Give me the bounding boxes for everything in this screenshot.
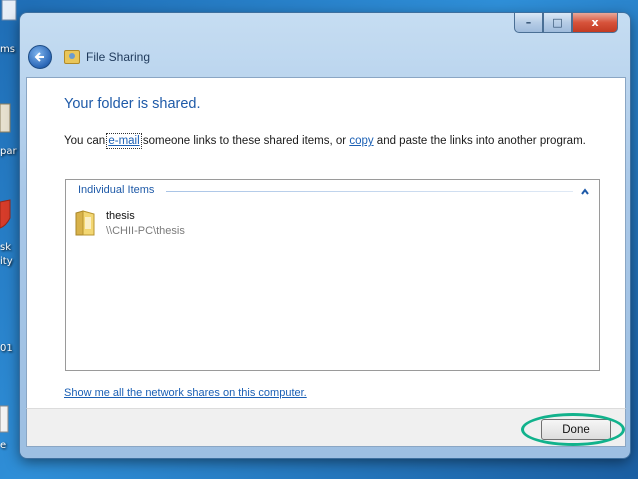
desktop-icon-label: ity	[0, 256, 13, 267]
back-button[interactable]	[28, 45, 52, 69]
network-shares-link[interactable]: Show me all the network shares on this c…	[64, 387, 307, 399]
shared-items-list: Individual Items thesis \\CHII-PC\thesis	[65, 179, 600, 371]
desc-suffix: and paste the links into another program…	[373, 135, 586, 147]
window-title: File Sharing	[86, 50, 151, 64]
desktop-icon-2[interactable]	[0, 100, 18, 136]
group-label: Individual Items	[78, 184, 159, 196]
desc-prefix: You can	[64, 135, 109, 147]
desktop-icon-label: e	[0, 440, 7, 451]
desktop-icon-label: sk	[0, 242, 12, 253]
maximize-button[interactable]: □	[543, 13, 572, 33]
desktop-icon-label: ms	[0, 44, 15, 55]
done-button[interactable]: Done	[541, 419, 611, 440]
desktop-icon-1[interactable]	[0, 0, 18, 22]
page-title: Your folder is shared.	[64, 96, 201, 112]
list-item[interactable]: thesis \\CHII-PC\thesis	[74, 206, 374, 240]
item-name: thesis	[106, 210, 135, 222]
footer-bar: Done	[26, 408, 626, 447]
desc-middle: someone links to these shared items, or	[139, 135, 350, 147]
file-sharing-window: – □ x File Sharing Your folder is shared…	[20, 13, 630, 458]
copy-link[interactable]: copy	[349, 135, 373, 147]
share-description: You can e-mail someone links to these sh…	[64, 133, 586, 149]
chevron-up-icon[interactable]	[580, 187, 590, 197]
group-divider	[166, 191, 573, 192]
file-sharing-icon	[64, 50, 80, 64]
desktop-icon-3[interactable]	[0, 404, 18, 434]
item-path: \\CHII-PC\thesis	[106, 225, 185, 237]
content-pane: Your folder is shared. You can e-mail so…	[26, 77, 626, 409]
folder-icon	[75, 210, 95, 236]
desktop-icon-label: par	[0, 146, 17, 157]
title-bar: File Sharing	[28, 45, 150, 69]
window-controls: – □ x	[514, 13, 618, 33]
group-header[interactable]: Individual Items	[66, 184, 599, 200]
shield-icon[interactable]	[0, 198, 18, 230]
email-link[interactable]: e-mail	[106, 133, 142, 149]
back-arrow-icon	[34, 52, 44, 62]
close-button[interactable]: x	[572, 13, 618, 33]
desktop-icon-label: 01	[0, 343, 13, 354]
minimize-button[interactable]: –	[514, 13, 543, 33]
